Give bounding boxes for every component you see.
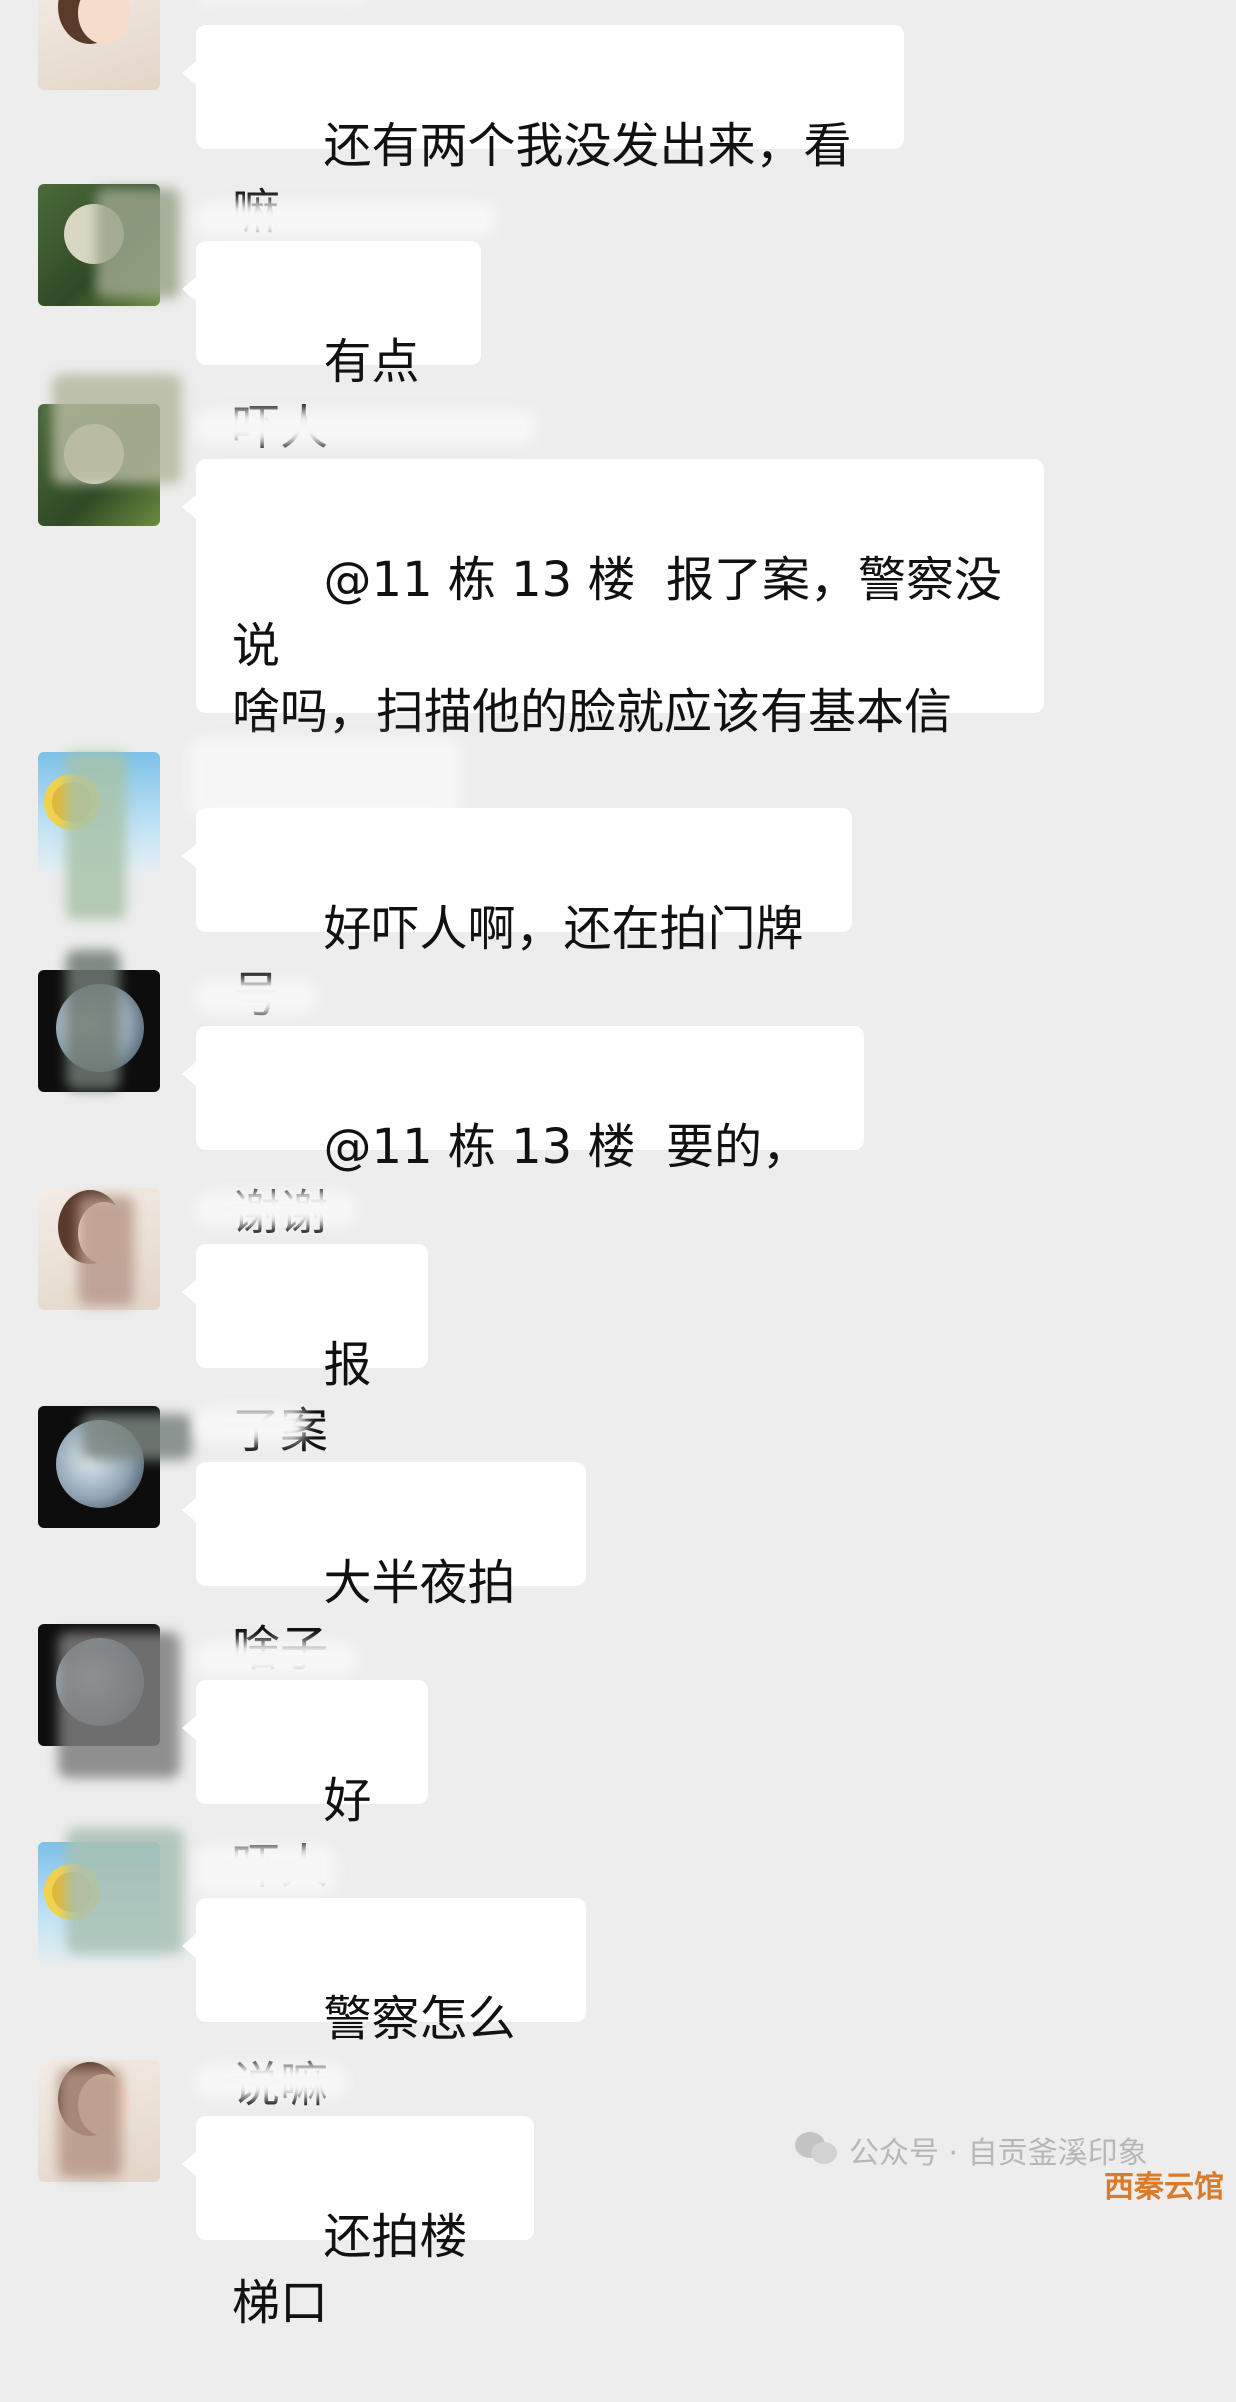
avatar-redaction bbox=[78, 1196, 134, 1306]
watermark: 西秦云馆 bbox=[1104, 2170, 1224, 2205]
message-bubble[interactable]: 好吓人啊，还在拍门牌号 bbox=[182, 808, 852, 1023]
message-bubble[interactable]: @11 栋 13 楼 报了案，警察没说 啥吗，扫描他的脸就应该有基本信 息 bbox=[182, 459, 1044, 806]
sender-avatar[interactable] bbox=[38, 0, 160, 90]
sender-name-redacted bbox=[196, 1846, 336, 1894]
official-account-label: 公众号 · 自贡釜溪印象 bbox=[849, 2136, 1148, 2171]
avatar-redaction bbox=[58, 1632, 180, 1778]
sender-name-redacted bbox=[196, 980, 316, 1014]
avatar-redaction bbox=[66, 752, 126, 920]
sender-name-redacted bbox=[196, 1408, 306, 1442]
sender-name-redacted bbox=[196, 1642, 356, 1676]
official-account-footer: 公众号 · 自贡釜溪印象 bbox=[795, 2128, 1148, 2172]
sender-name-redacted bbox=[190, 738, 460, 818]
message-text: 还拍楼梯口 bbox=[232, 2209, 468, 2331]
message-bubble[interactable]: @11 栋 13 楼 要的，谢谢 bbox=[182, 1026, 864, 1241]
avatar-redaction bbox=[58, 2068, 122, 2178]
message-bubble[interactable]: 好吓人 bbox=[182, 1680, 428, 1895]
sender-name-redacted bbox=[196, 2064, 346, 2098]
chat-message-list: 还有两个我没发出来，看嘛 有点吓人 @11 栋 13 楼 报了案，警察没说 啥吗… bbox=[0, 0, 1236, 2331]
message-bubble[interactable]: 还有两个我没发出来，看嘛 bbox=[182, 25, 904, 240]
message-bubble[interactable]: 有点吓人 bbox=[182, 241, 481, 456]
avatar-redaction bbox=[52, 374, 182, 484]
message-bubble[interactable]: 还拍楼梯口 bbox=[182, 2116, 534, 2331]
sender-name-redacted bbox=[196, 410, 536, 444]
message-text: 好吓人啊，还在拍门牌号 bbox=[232, 901, 804, 1023]
avatar-redaction bbox=[66, 950, 120, 1090]
avatar-redaction bbox=[96, 188, 180, 298]
message-bubble[interactable]: 警察怎么说嘛 bbox=[182, 1898, 586, 2113]
message-bubble[interactable]: 报了案 bbox=[182, 1244, 428, 1459]
avatar-redaction bbox=[82, 1414, 192, 1460]
avatar-redaction bbox=[66, 1828, 184, 1954]
sender-name-redacted bbox=[196, 0, 366, 6]
wechat-icon bbox=[795, 2132, 839, 2168]
sender-name-redacted bbox=[196, 202, 496, 236]
sender-name-redacted bbox=[196, 1192, 356, 1226]
message-bubble[interactable]: 大半夜拍啥子 bbox=[182, 1462, 586, 1677]
